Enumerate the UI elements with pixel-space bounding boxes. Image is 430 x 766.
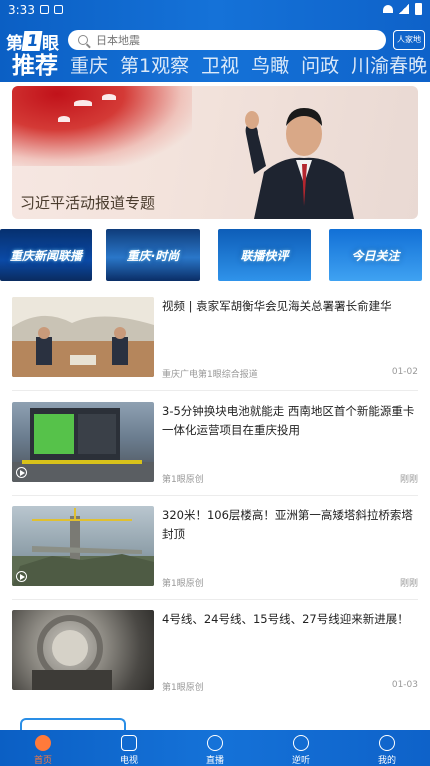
notification-icon [40, 5, 49, 14]
nav-profile[interactable]: 我的 [344, 730, 430, 766]
dove-icon [102, 94, 116, 100]
news-source: 第1眼原创 [162, 475, 204, 485]
news-title: 320米！106层楼高！亚洲第一高矮塔斜拉桥索塔封顶 [162, 508, 413, 541]
meeting-image [12, 297, 154, 377]
news-thumbnail [12, 506, 154, 586]
bottom-navigation: 首页 电视 直播 逆听 我的 [0, 730, 430, 766]
tab-spring-gala[interactable]: 川渝春晚 [351, 52, 427, 80]
banner-title: 习近平活动报道专题 [20, 194, 156, 212]
tab-inquiry[interactable]: 问政 [301, 52, 339, 80]
news-item[interactable]: 视频 | 袁家军胡衡华会见海关总署署长俞建华 重庆广电第1眼综合报道 01-02 [12, 297, 418, 391]
dove-icon [74, 100, 92, 106]
program-tiles: 重庆新闻联播 重庆·时尚 联播快评 今日关注 [0, 229, 430, 283]
tunnel-image [32, 615, 112, 690]
news-thumbnail [12, 297, 154, 377]
news-source: 第1眼原创 [162, 683, 204, 693]
tile-label: 联播快评 [240, 248, 289, 263]
status-time: 3:33 [8, 3, 35, 17]
nav-radio[interactable]: 逆听 [258, 730, 344, 766]
tab-aerial[interactable]: 鸟瞰 [251, 52, 289, 80]
tile-today-focus[interactable]: 今日关注 [329, 229, 422, 281]
logo-text: 第 [6, 33, 23, 54]
news-thumbnail [12, 402, 154, 482]
news-item[interactable]: 4号线、24号线、15号线、27号线迎来新进展！ 第1眼原创 01-03 [12, 610, 418, 704]
battery-icon [415, 3, 422, 15]
play-icon [16, 467, 27, 478]
news-thumbnail [12, 610, 154, 690]
app-logo[interactable]: 第 1 眼 [6, 30, 62, 54]
play-icon [16, 571, 27, 582]
home-icon [35, 735, 51, 751]
tile-fashion[interactable]: 重庆·时尚 [106, 229, 200, 281]
nav-label: 首页 [33, 756, 52, 766]
tab-observe[interactable]: 第1观察 [120, 52, 189, 80]
tv-icon [121, 735, 137, 751]
news-title: 视频 | 袁家军胡衡华会见海关总署署长俞建华 [162, 299, 392, 313]
tab-satellite-tv[interactable]: 卫视 [201, 52, 239, 80]
news-item[interactable]: 320米！106层楼高！亚洲第一高矮塔斜拉桥索塔封顶 第1眼原创 刚刚 [12, 506, 418, 600]
news-item[interactable]: 3-5分钟换块电池就能走 西南地区首个新能源重卡一体化运营项目在重庆投用 第1眼… [12, 402, 418, 496]
tile-quick-review[interactable]: 联播快评 [218, 229, 311, 281]
nav-live[interactable]: 直播 [172, 730, 258, 766]
nav-tv[interactable]: 电视 [86, 730, 172, 766]
dove-icon [58, 116, 70, 122]
profile-icon [379, 735, 395, 751]
feature-banner[interactable]: 习近平活动报道专题 [12, 86, 418, 219]
logo-text: 1 [21, 31, 43, 51]
banner-portrait [245, 108, 354, 219]
search-input[interactable] [96, 33, 366, 47]
channel-tabs: 推荐 重庆 第1观察 卫视 鸟瞰 问政 川渝春晚 [0, 52, 430, 80]
news-title: 4号线、24号线、15号线、27号线迎来新进展！ [162, 612, 409, 626]
tile-label: 重庆·时尚 [126, 248, 180, 263]
tab-chongqing[interactable]: 重庆 [70, 52, 108, 80]
tab-recommend[interactable]: 推荐 [12, 52, 58, 80]
news-source: 第1眼原创 [162, 579, 204, 589]
news-time: 刚刚 [399, 475, 418, 485]
news-title: 3-5分钟换块电池就能走 西南地区首个新能源重卡一体化运营项目在重庆投用 [162, 404, 415, 437]
search-bar[interactable] [68, 30, 386, 50]
nav-label: 电视 [119, 756, 138, 766]
logo-text: 眼 [42, 33, 59, 54]
nav-label: 我的 [377, 756, 396, 766]
bridge-image [12, 508, 154, 586]
tile-label: 重庆新闻联播 [9, 248, 82, 263]
search-icon [78, 35, 88, 45]
wifi-icon [383, 5, 393, 13]
status-indicators [383, 3, 422, 15]
live-icon [207, 735, 223, 751]
signal-icon [399, 4, 409, 14]
news-time: 01-03 [391, 680, 418, 690]
app-header: 3:33 第 1 眼 人家地 推荐 重庆 第1观察 卫视 鸟瞰 问政 川渝春晚 [0, 0, 430, 82]
nav-label: 逆听 [291, 756, 310, 766]
nav-home[interactable]: 首页 [0, 730, 86, 766]
news-time: 01-02 [391, 367, 418, 377]
news-time: 刚刚 [399, 579, 418, 589]
battery-swap-image [12, 408, 154, 482]
notification-icon [54, 5, 63, 14]
news-source: 重庆广电第1眼综合报道 [162, 370, 258, 380]
tile-label: 今日关注 [351, 248, 400, 263]
status-bar: 3:33 [0, 0, 430, 20]
tile-news-broadcast[interactable]: 重庆新闻联播 [0, 229, 92, 281]
radio-icon [293, 735, 309, 751]
nav-label: 直播 [205, 756, 224, 766]
header-right-button[interactable]: 人家地 [393, 30, 425, 50]
